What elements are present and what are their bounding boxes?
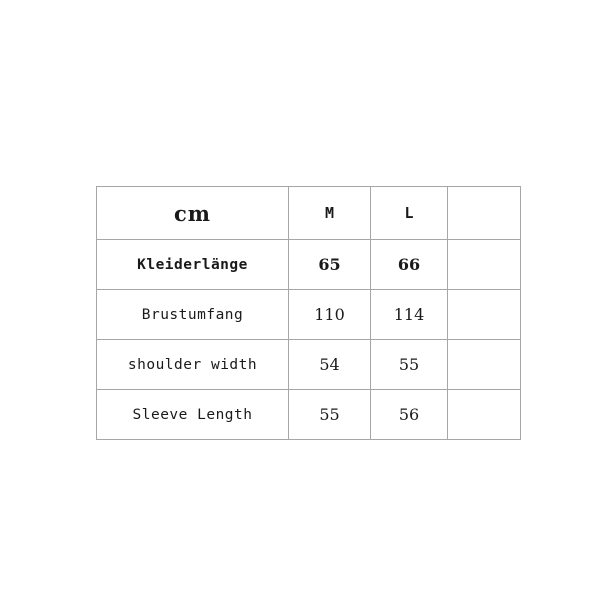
table-header-row: cm M L <box>96 186 521 240</box>
table-row: Brustumfang 110 114 <box>96 289 521 340</box>
unit-header-cell: cm <box>96 186 289 240</box>
measurement-value-l: 56 <box>370 389 448 440</box>
measurement-label: shoulder width <box>96 339 289 390</box>
measurement-value-m: 65 <box>288 239 371 290</box>
measurement-value-l: 114 <box>370 289 448 340</box>
measurement-value-blank <box>447 289 521 340</box>
table-row: Sleeve Length 55 56 <box>96 389 521 440</box>
measurement-label: Brustumfang <box>96 289 289 340</box>
size-header-m: M <box>288 186 371 240</box>
table-row: shoulder width 54 55 <box>96 339 521 390</box>
size-header-blank <box>447 186 521 240</box>
measurement-value-l: 55 <box>370 339 448 390</box>
measurement-value-m: 54 <box>288 339 371 390</box>
size-header-l: L <box>370 186 448 240</box>
measurement-label: Sleeve Length <box>96 389 289 440</box>
measurement-value-l: 66 <box>370 239 448 290</box>
measurement-value-blank <box>447 239 521 290</box>
measurement-value-blank <box>447 389 521 440</box>
measurement-label: Kleiderlänge <box>96 239 289 290</box>
size-chart-table: cm M L Kleiderlänge 65 66 Brustumfang 11… <box>96 186 521 440</box>
measurement-value-m: 55 <box>288 389 371 440</box>
document-canvas: cm M L Kleiderlänge 65 66 Brustumfang 11… <box>0 0 600 600</box>
measurement-value-m: 110 <box>288 289 371 340</box>
measurement-value-blank <box>447 339 521 390</box>
table-row: Kleiderlänge 65 66 <box>96 239 521 290</box>
